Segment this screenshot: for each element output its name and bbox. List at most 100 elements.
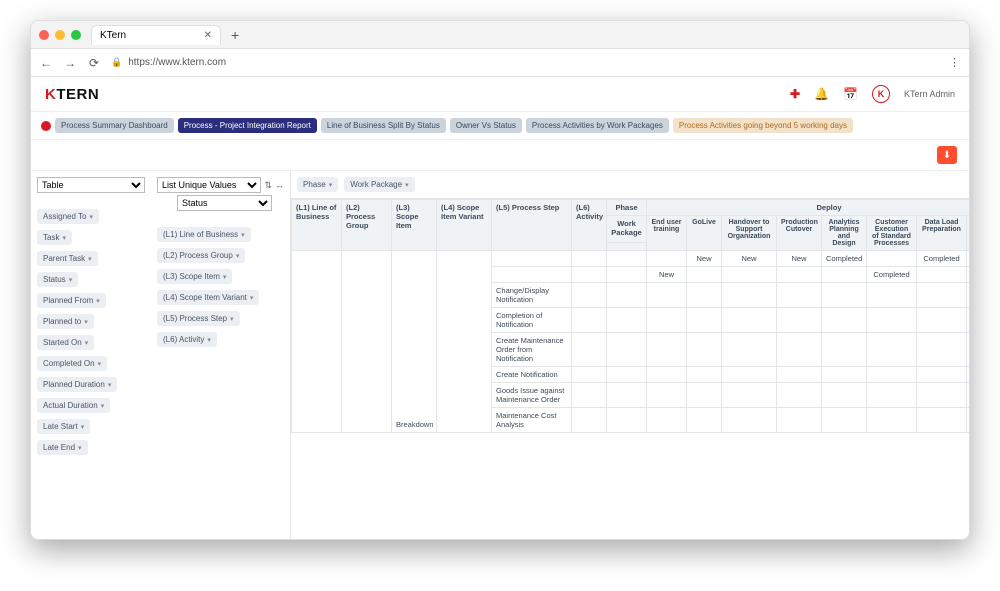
minimize-window-icon[interactable] bbox=[55, 30, 65, 40]
report-tab[interactable]: Process Summary Dashboard bbox=[55, 118, 174, 133]
filter-chip[interactable]: Parent Task ▾ bbox=[37, 251, 98, 266]
pivot-cell bbox=[572, 367, 607, 383]
workpackage-chip[interactable]: Work Package▾ bbox=[344, 177, 414, 192]
report-tab[interactable]: Line of Business Split By Status bbox=[321, 118, 446, 133]
filter-chip[interactable]: Planned Duration ▾ bbox=[37, 377, 117, 392]
pivot-cell bbox=[647, 408, 687, 433]
col-l3[interactable]: (L3) Scope Item bbox=[392, 200, 437, 251]
filter-chip[interactable]: Planned to ▾ bbox=[37, 314, 94, 329]
expand-icon[interactable]: ↔ bbox=[275, 180, 284, 190]
pivot-cell bbox=[492, 267, 572, 283]
pivot-cell: New bbox=[722, 251, 777, 267]
pivot-cell bbox=[437, 251, 492, 433]
level-chip[interactable]: (L6) Activity ▾ bbox=[157, 332, 217, 347]
pivot-cell bbox=[647, 283, 687, 308]
filter-chip[interactable]: Planned From ▾ bbox=[37, 293, 106, 308]
avatar[interactable]: K bbox=[872, 85, 890, 103]
close-tab-icon[interactable]: ✕ bbox=[204, 30, 212, 41]
filter-chip[interactable]: Actual Duration ▾ bbox=[37, 398, 110, 413]
col-extension[interactable]: Extension Planning and Design bbox=[967, 216, 970, 251]
pivot-cell bbox=[292, 251, 342, 433]
col-l4[interactable]: (L4) Scope Item Variant bbox=[437, 200, 492, 251]
reload-icon[interactable]: ⟳ bbox=[87, 56, 101, 70]
user-name-label: KTern Admin bbox=[904, 89, 955, 99]
filter-chip[interactable]: Late End ▾ bbox=[37, 440, 88, 455]
url-text: https://www.ktern.com bbox=[128, 57, 226, 68]
col-l2[interactable]: (L2) Process Group bbox=[342, 200, 392, 251]
address-bar: ← → ⟳ 🔒 https://www.ktern.com ⋮ bbox=[31, 49, 969, 77]
forward-icon[interactable]: → bbox=[63, 56, 77, 70]
pivot-cell bbox=[822, 383, 867, 408]
calendar-icon[interactable]: 📅 bbox=[843, 87, 858, 101]
level-chip[interactable]: (L4) Scope Item Variant ▾ bbox=[157, 290, 259, 305]
filter-chip[interactable]: Status ▾ bbox=[37, 272, 78, 287]
col-analytics[interactable]: Analytics Planning and Design bbox=[822, 216, 867, 251]
pivot-cell bbox=[917, 367, 967, 383]
pivot-cell bbox=[917, 408, 967, 433]
col-l5[interactable]: (L5) Process Step bbox=[492, 200, 572, 251]
url-field[interactable]: 🔒 https://www.ktern.com bbox=[111, 57, 939, 68]
col-dataload[interactable]: Data Load Preparation bbox=[917, 216, 967, 251]
pivot-cell bbox=[722, 267, 777, 283]
pivot-cell bbox=[777, 383, 822, 408]
report-tab[interactable]: Process - Project Integration Report bbox=[178, 118, 317, 133]
pivot-cell bbox=[967, 333, 970, 367]
col-customer[interactable]: Customer Execution of Standard Processes bbox=[867, 216, 917, 251]
col-l1[interactable]: (L1) Line of Business bbox=[292, 200, 342, 251]
pivot-cell: Completed bbox=[822, 251, 867, 267]
back-icon[interactable]: ← bbox=[39, 56, 53, 70]
logo[interactable]: KTERN bbox=[45, 86, 99, 103]
close-dashboards-icon[interactable] bbox=[41, 121, 51, 131]
col-handover[interactable]: Handover to Support Organization bbox=[722, 216, 777, 251]
col-cutover[interactable]: Production Cutover bbox=[777, 216, 822, 251]
report-tabs-row: Process Summary Dashboard Process - Proje… bbox=[31, 112, 969, 140]
pivot-cell bbox=[687, 283, 722, 308]
swap-axes-icon[interactable]: ⇅ bbox=[264, 180, 272, 191]
new-tab-button[interactable]: + bbox=[221, 27, 249, 43]
browser-tab[interactable]: KTern ✕ bbox=[91, 25, 221, 45]
level-chip[interactable]: (L2) Process Group ▾ bbox=[157, 248, 245, 263]
pivot-cell bbox=[342, 251, 392, 433]
level-chip[interactable]: (L5) Process Step ▾ bbox=[157, 311, 240, 326]
pivot-cell bbox=[647, 367, 687, 383]
pivot-cell bbox=[822, 308, 867, 333]
browser-menu-icon[interactable]: ⋮ bbox=[949, 56, 961, 69]
filter-chip[interactable]: Assigned To ▾ bbox=[37, 209, 99, 224]
col-end-user[interactable]: End user training bbox=[647, 216, 687, 251]
col-l6[interactable]: (L6) Activity bbox=[572, 200, 607, 251]
download-button[interactable]: ⬇ bbox=[937, 146, 957, 164]
maximize-window-icon[interactable] bbox=[71, 30, 81, 40]
report-tab[interactable]: Process Activities going beyond 5 workin… bbox=[673, 118, 853, 133]
filter-chip[interactable]: Late Start ▾ bbox=[37, 419, 90, 434]
filter-chip[interactable]: Completed On ▾ bbox=[37, 356, 107, 371]
aggregation-select[interactable]: List Unique Values bbox=[157, 177, 261, 193]
pivot-cell bbox=[822, 408, 867, 433]
pivot-cell bbox=[722, 333, 777, 367]
pivot-cell bbox=[647, 308, 687, 333]
report-tab[interactable]: Owner Vs Status bbox=[450, 118, 522, 133]
app-header: KTERN ✚ 🔔 📅 K KTern Admin bbox=[31, 77, 969, 112]
browser-tab-strip: KTern ✕ + bbox=[31, 21, 969, 49]
level-chip[interactable]: (L1) Line of Business ▾ bbox=[157, 227, 251, 242]
filter-chip[interactable]: Task ▾ bbox=[37, 230, 72, 245]
report-tab[interactable]: Process Activities by Work Packages bbox=[526, 118, 669, 133]
pivot-area: Phase▾ Work Package▾ (L1) Line of Busine… bbox=[291, 171, 969, 540]
visualization-select[interactable]: Table bbox=[37, 177, 145, 193]
bell-icon[interactable]: 🔔 bbox=[814, 87, 829, 101]
add-icon[interactable]: ✚ bbox=[790, 87, 800, 101]
filter-chip[interactable]: Started On ▾ bbox=[37, 335, 94, 350]
level-chip[interactable]: (L3) Scope Item ▾ bbox=[157, 269, 232, 284]
pivot-cell bbox=[722, 283, 777, 308]
pivot-cell bbox=[867, 308, 917, 333]
pivot-cell bbox=[607, 283, 647, 308]
pivot-cell bbox=[917, 283, 967, 308]
pivot-cell bbox=[967, 308, 970, 333]
status-select[interactable]: Status bbox=[177, 195, 272, 211]
pivot-cell: Completion of Notification bbox=[492, 308, 572, 333]
phase-chip[interactable]: Phase▾ bbox=[297, 177, 338, 192]
col-golive[interactable]: GoLive bbox=[687, 216, 722, 251]
lock-icon: 🔒 bbox=[111, 57, 122, 68]
pivot-cell bbox=[647, 251, 687, 267]
close-window-icon[interactable] bbox=[39, 30, 49, 40]
filter-sidebar-mid: List Unique Values ⇅ ↔ Status (L1) Line … bbox=[151, 171, 291, 540]
